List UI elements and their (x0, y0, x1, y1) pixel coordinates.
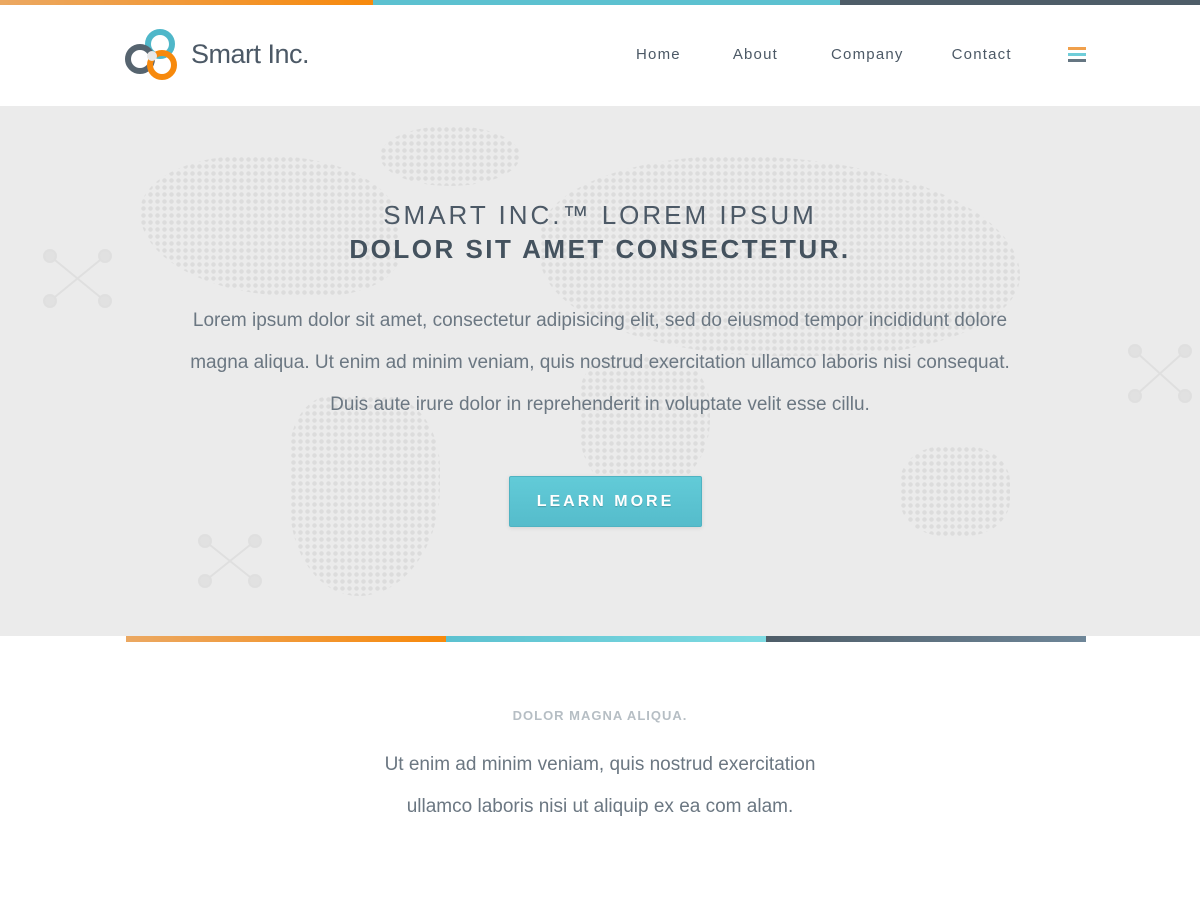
site-header: Smart Inc. Home About Company Contact (0, 5, 1200, 106)
hamburger-icon[interactable] (1068, 47, 1086, 62)
brand-name: Smart Inc. (191, 38, 310, 69)
three-rings-logo-icon (125, 29, 177, 80)
main-nav: Home About Company Contact (636, 46, 1064, 63)
color-divider (126, 636, 1086, 642)
hero-lead-text: Lorem ipsum dolor sit amet, consectetur … (190, 310, 1010, 415)
section-text: Ut enim ad minim veniam, quis nostrud ex… (384, 754, 816, 817)
network-node-icon (1128, 344, 1192, 403)
hero-title-line1: SMART INC.™ LOREM IPSUM (383, 200, 817, 230)
nav-contact[interactable]: Contact (952, 46, 1012, 63)
nav-home[interactable]: Home (636, 46, 681, 63)
section-eyebrow: DOLOR MAGNA ALIQUA. (512, 708, 688, 723)
logo-link[interactable]: Smart Inc. (125, 27, 310, 81)
hero-title-line2: DOLOR SIT AMET CONSECTETUR. (349, 234, 851, 264)
learn-more-button[interactable]: LEARN MORE (509, 476, 702, 527)
nav-company[interactable]: Company (831, 46, 904, 63)
network-node-icon (198, 534, 262, 588)
hero-section: SMART INC.™ LOREM IPSUM DOLOR SIT AMET C… (0, 106, 1200, 636)
nav-about[interactable]: About (733, 46, 778, 63)
